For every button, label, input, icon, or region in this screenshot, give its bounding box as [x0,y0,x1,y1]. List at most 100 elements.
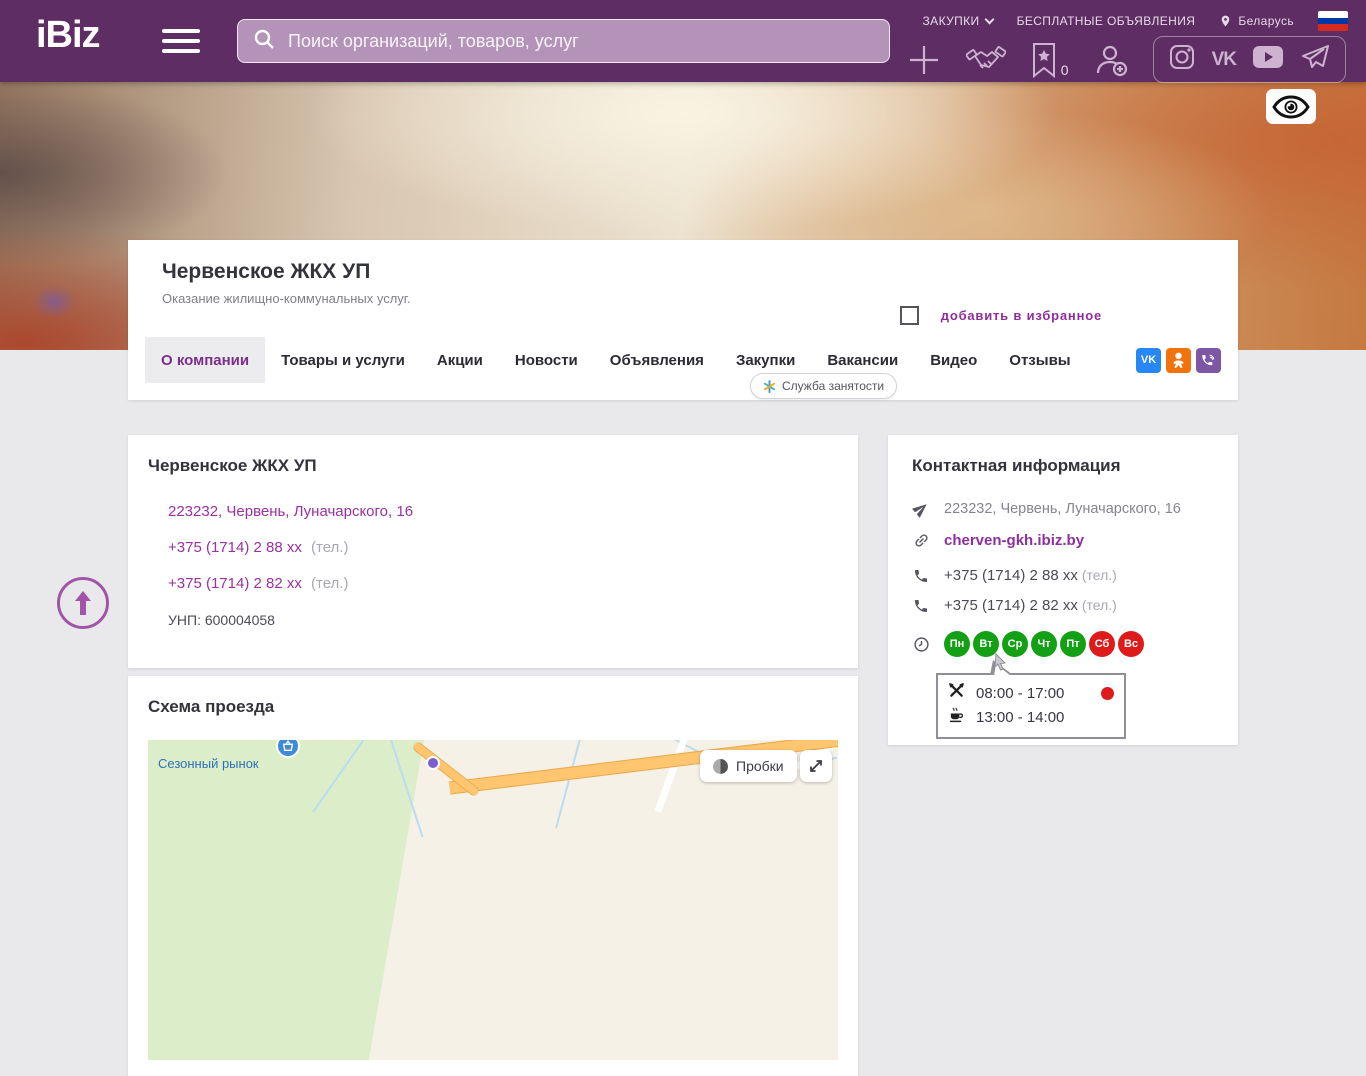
favorite-label: добавить в избранное [940,308,1102,323]
russian-flag-icon[interactable] [1318,11,1348,31]
user-add-icon[interactable] [1093,42,1129,78]
accessibility-eye-button[interactable] [1266,89,1316,124]
location-pin-icon [1222,15,1230,27]
coffee-break-icon [948,706,965,728]
viber-button[interactable] [1196,347,1221,373]
tab-news[interactable]: Новости [499,337,594,383]
work-tools-icon [948,682,965,704]
viber-icon [1202,354,1215,365]
employment-service-label: Служба занятости [782,379,885,393]
map-road [654,740,689,813]
tab-ads[interactable]: Объявления [594,337,720,383]
tab-label: Акции [436,351,483,369]
map-market-label: Сезонный рынок [158,756,259,771]
mouse-cursor-icon [994,653,1007,671]
tab-label: О компании [161,351,250,369]
phone-note: (тел.) [1081,567,1117,583]
search-input[interactable] [288,30,875,52]
map-expand-button[interactable] [800,750,832,782]
contact-address-row: 223232, Червень, Луначарского, 16 [888,501,1238,518]
nav-zakupki-label: ЗАКУПКИ [922,14,980,28]
odnoklassniki-button[interactable] [1166,347,1191,373]
tab-promotions[interactable]: Акции [421,337,499,383]
arrow-up-icon [75,591,91,615]
tab-label: Видео [930,351,978,369]
search-icon [252,27,276,56]
instagram-icon[interactable] [1169,44,1195,75]
nav-zakupki[interactable]: ЗАКУПКИ [922,14,995,28]
company-address-link[interactable]: 223232, Червень, Луначарского, 16 [168,503,413,520]
phone-link[interactable]: +375 (1714) 2 88 хх [168,539,302,556]
location-selector[interactable]: Беларусь [1219,13,1294,29]
work-hours-row: 08:00 - 17:00 [948,681,1114,705]
ibiz-logo[interactable]: iBiz [36,14,101,57]
about-title: Червенское ЖКХ УП [148,456,317,475]
phone-note: (тел.) [1081,597,1117,613]
company-name: Червенское ЖКХ УП [162,260,371,283]
phone-note: (тел.) [311,575,349,592]
day-badge-sat[interactable]: Сб [1089,631,1115,657]
header-social-bar: VK [1152,36,1346,83]
company-header-card: Червенское ЖКХ УП Оказание жилищно-комму… [128,240,1238,400]
ok-icon [1173,352,1184,368]
company-description: Оказание жилищно-коммунальных услуг. [162,291,411,306]
company-tabs: О компании Товары и услуги Акции Новости… [145,337,1221,383]
favorite-checkbox[interactable] [899,306,919,325]
phone-row: +375 (1714) 2 88 хх (тел.) [168,539,858,556]
phone-icon [912,598,930,614]
vk-share-button[interactable]: VK [1136,347,1161,373]
working-days: Пн Вт Ср Чт Пт Сб Вс [944,631,1144,657]
favorites-bookmark-icon[interactable]: 0 [1030,42,1069,78]
location-label: Беларусь [1238,14,1294,28]
add-to-favorites[interactable]: добавить в избранное [899,306,1102,325]
break-hours-row: 13:00 - 14:00 [948,705,1114,729]
favorites-count: 0 [1060,61,1069,78]
day-badge-mon[interactable]: Пн [944,631,970,657]
traffic-label: Пробки [736,758,784,774]
back-to-top-button[interactable] [57,577,109,629]
phone-link[interactable]: +375 (1714) 2 82 хх [168,575,302,592]
telegram-icon[interactable] [1300,43,1330,76]
chevron-down-icon [984,14,995,25]
handshake-icon[interactable] [965,43,1006,77]
navigation-arrow-icon [912,501,930,518]
eye-icon [1272,94,1310,119]
employment-service-badge[interactable]: Служба занятости [750,373,898,399]
tab-label: Товары и услуги [281,351,405,369]
phone-row: +375 (1714) 2 82 хх (тел.) [168,575,858,592]
phone-number: +375 (1714) 2 88 хх [944,567,1078,584]
day-badge-sun[interactable]: Вс [1118,631,1144,657]
vk-icon[interactable]: VK [1212,49,1237,71]
tab-label: Отзывы [1009,351,1071,369]
day-badge-fri[interactable]: Пт [1060,631,1086,657]
tab-products[interactable]: Товары и услуги [265,337,421,383]
expand-icon [810,760,822,772]
phone-number: +375 (1714) 2 82 хх [944,597,1078,614]
employment-service-icon [763,379,776,393]
day-badge-thu[interactable]: Чт [1031,631,1057,657]
contact-phone-row: +375 (1714) 2 82 хх (тел.) [888,597,1238,614]
working-hours-tooltip: 08:00 - 17:00 13:00 - 14:00 [936,653,1126,739]
nav-free-ads[interactable]: БЕСПЛАТНЫЕ ОБЪЯВЛЕНИЯ [1017,14,1196,28]
add-company-icon[interactable] [906,42,942,78]
phone-icon [912,568,930,584]
company-website-link[interactable]: cherven-gkh.ibiz.by [944,532,1084,549]
traffic-button[interactable]: Пробки [700,750,797,782]
map[interactable]: Сезонный рынок Пробки [148,740,838,1060]
work-hours: 08:00 - 17:00 [976,684,1065,702]
working-days-row: Пн Вт Ср Чт Пт Сб Вс [888,631,1238,657]
tab-about[interactable]: О компании [145,337,266,383]
tab-reviews[interactable]: Отзывы [993,337,1086,383]
tab-label: Закупки [735,351,796,369]
contact-phone[interactable]: +375 (1714) 2 82 хх (тел.) [944,597,1117,614]
link-icon [912,532,930,549]
hamburger-menu-icon[interactable] [162,29,200,59]
contact-phone[interactable]: +375 (1714) 2 88 хх (тел.) [944,567,1117,584]
contact-title: Контактная информация [912,456,1121,475]
nav-free-ads-label: БЕСПЛАТНЫЕ ОБЪЯВЛЕНИЯ [1016,14,1196,28]
search-bar [237,19,890,63]
break-hours: 13:00 - 14:00 [976,708,1065,726]
map-ramp [411,740,481,798]
youtube-icon[interactable] [1253,46,1283,73]
tab-video[interactable]: Видео [914,337,993,383]
